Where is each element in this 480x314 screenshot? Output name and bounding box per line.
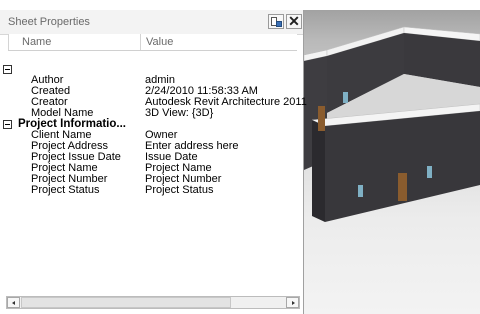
panel-titlebar[interactable]: Sheet Properties ✕ xyxy=(0,10,303,35)
header-divider[interactable] xyxy=(140,34,141,50)
window-icon xyxy=(343,92,348,103)
scroll-right-icon[interactable] xyxy=(286,297,299,308)
door-icon xyxy=(318,106,325,131)
property-row[interactable]: Project Status Project Status xyxy=(0,185,303,196)
column-header-name[interactable]: Name xyxy=(22,36,51,48)
window-icon xyxy=(358,185,363,197)
collapse-icon[interactable] xyxy=(3,65,12,74)
properties-panel: Sheet Properties ✕ Name Value Author adm… xyxy=(0,10,307,314)
column-header-value[interactable]: Value xyxy=(146,36,173,48)
panel-title: Sheet Properties xyxy=(8,16,90,28)
door-icon xyxy=(398,173,407,201)
property-name: Project Status xyxy=(31,184,100,196)
horizontal-scrollbar[interactable] xyxy=(6,296,300,309)
scroll-left-icon[interactable] xyxy=(7,297,20,308)
building-3d-view xyxy=(304,26,480,222)
header-divider xyxy=(8,34,9,50)
scrollbar-thumb[interactable] xyxy=(21,297,231,308)
property-value[interactable]: Project Status xyxy=(145,185,213,196)
properties-icon[interactable] xyxy=(268,14,284,29)
property-value[interactable]: 3D View: {3D} xyxy=(145,108,213,119)
window-icon xyxy=(427,166,432,178)
top-toolbar-strip xyxy=(0,0,480,10)
close-icon[interactable]: ✕ xyxy=(286,13,302,29)
collapse-icon[interactable] xyxy=(3,120,12,129)
model-3d-viewport[interactable] xyxy=(304,10,480,314)
property-grid: Author admin Created 2/24/2010 11:58:33 … xyxy=(0,64,307,196)
column-header: Name Value xyxy=(8,34,297,51)
